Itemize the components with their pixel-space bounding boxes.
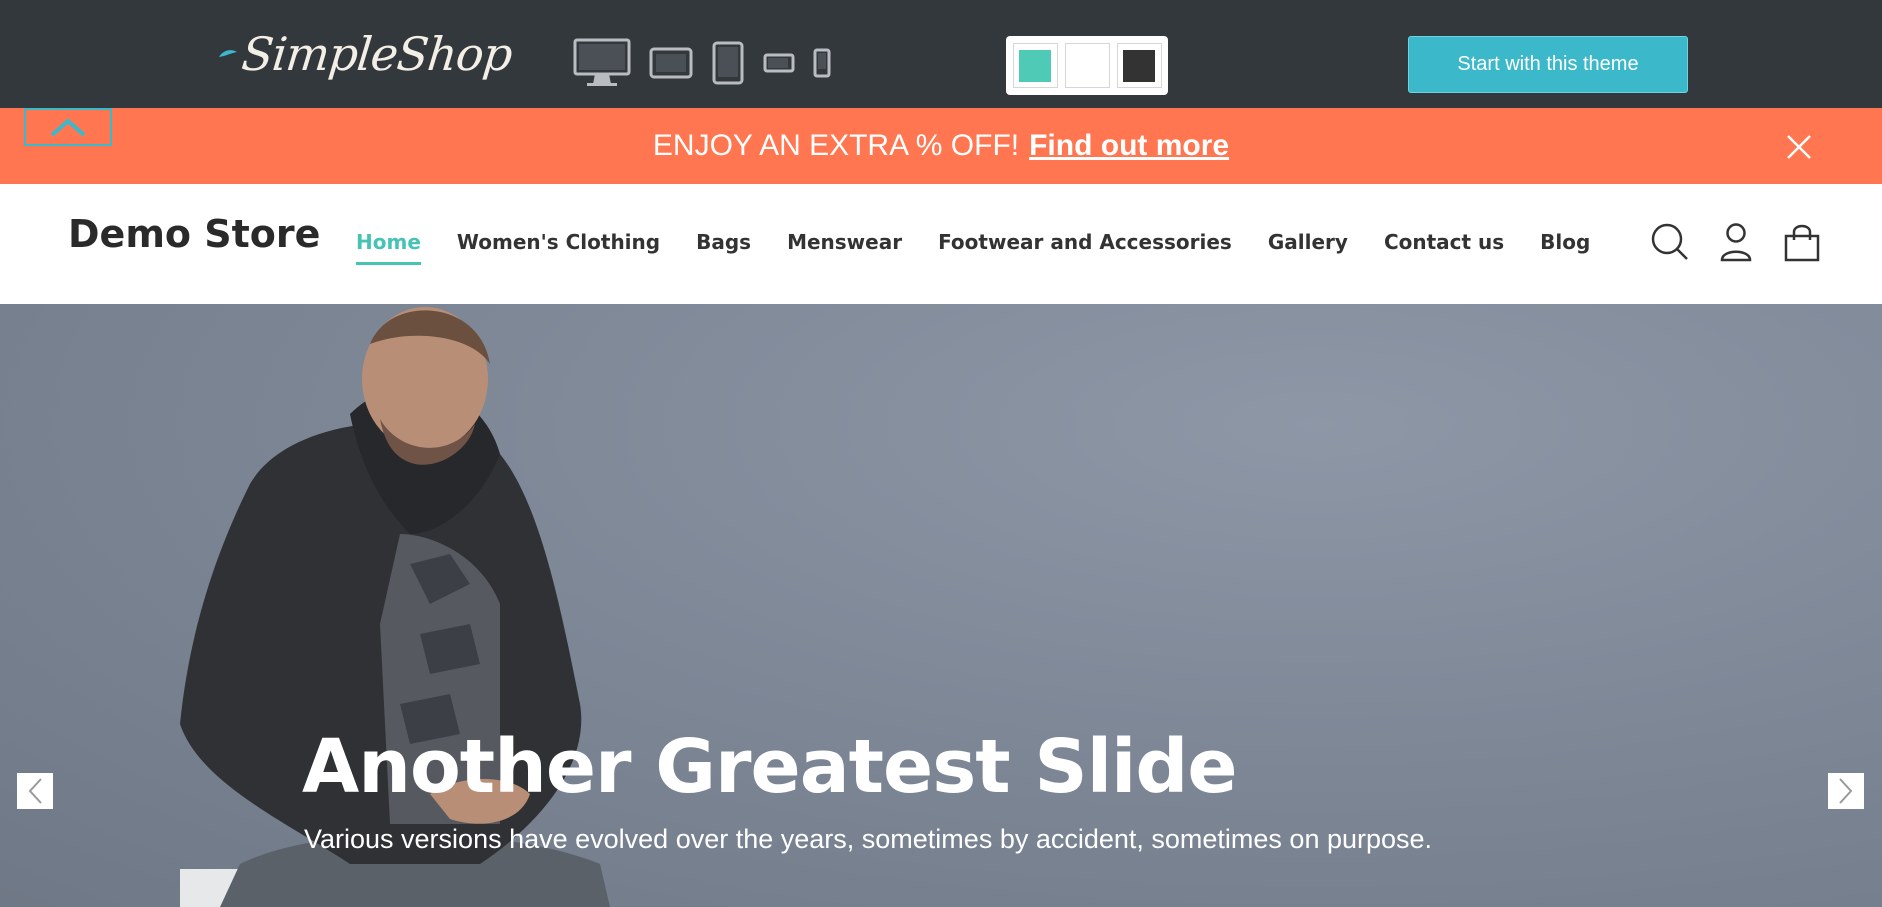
swatch-white[interactable] xyxy=(1064,43,1110,88)
hero-title: Another Greatest Slide xyxy=(302,724,1238,810)
theme-preview-bar: SimpleShop Start with this theme xyxy=(0,0,1882,108)
header-actions xyxy=(1650,222,1822,262)
swatch-white-color xyxy=(1071,49,1103,82)
close-icon[interactable] xyxy=(1784,132,1814,162)
nav-item-contact-us[interactable]: Contact us xyxy=(1384,230,1504,270)
swatch-dark[interactable] xyxy=(1116,43,1162,88)
logo-text: SimpleShop xyxy=(239,27,515,81)
laptop-icon[interactable] xyxy=(649,46,693,80)
account-icon[interactable] xyxy=(1716,222,1756,262)
logo-leaf-icon xyxy=(219,50,237,57)
promo-link[interactable]: Find out more xyxy=(1029,129,1229,163)
desktop-icon[interactable] xyxy=(573,38,631,88)
collapse-toolbar-button[interactable] xyxy=(24,108,112,146)
nav-item-gallery[interactable]: Gallery xyxy=(1268,230,1348,270)
promo-banner: ENJOY AN EXTRA % OFF! Find out more xyxy=(0,108,1882,184)
hero-slider: Another Greatest Slide Various versions … xyxy=(0,304,1882,907)
chevron-left-icon xyxy=(28,778,42,804)
nav-item-womens-clothing[interactable]: Women's Clothing xyxy=(457,230,660,270)
chevron-right-icon xyxy=(1839,778,1853,804)
tablet-landscape-icon[interactable] xyxy=(763,52,795,74)
color-scheme-picker xyxy=(1006,36,1168,95)
nav-item-home[interactable]: Home xyxy=(356,230,421,270)
nav-item-footwear-accessories[interactable]: Footwear and Accessories xyxy=(938,230,1232,270)
nav-item-bags[interactable]: Bags xyxy=(696,230,751,270)
tablet-icon[interactable] xyxy=(711,41,745,85)
swatch-teal-color xyxy=(1019,49,1051,82)
swatch-teal[interactable] xyxy=(1012,43,1058,88)
promo-text: ENJOY AN EXTRA % OFF! xyxy=(652,129,1020,162)
slider-prev-button[interactable] xyxy=(17,773,53,809)
main-nav: Home Women's Clothing Bags Menswear Foot… xyxy=(356,230,1626,270)
hero-subtitle: Various versions have evolved over the y… xyxy=(304,824,1433,854)
store-name[interactable]: Demo Store xyxy=(68,212,320,256)
hero-image xyxy=(180,307,610,907)
promo-message: ENJOY AN EXTRA % OFF! Find out more xyxy=(0,108,1882,184)
store-header: Demo Store Home Women's Clothing Bags Me… xyxy=(0,184,1882,304)
swatch-dark-color xyxy=(1123,49,1155,82)
phone-icon[interactable] xyxy=(813,48,831,78)
nav-item-menswear[interactable]: Menswear xyxy=(787,230,902,270)
chevron-up-icon xyxy=(50,118,86,137)
device-switcher xyxy=(573,38,831,88)
start-with-theme-button[interactable]: Start with this theme xyxy=(1408,36,1688,93)
simpleshop-logo[interactable]: SimpleShop xyxy=(218,18,515,90)
slider-next-button[interactable] xyxy=(1828,773,1864,809)
search-icon[interactable] xyxy=(1650,222,1690,262)
nav-item-blog[interactable]: Blog xyxy=(1540,230,1590,270)
cart-icon[interactable] xyxy=(1782,222,1822,262)
